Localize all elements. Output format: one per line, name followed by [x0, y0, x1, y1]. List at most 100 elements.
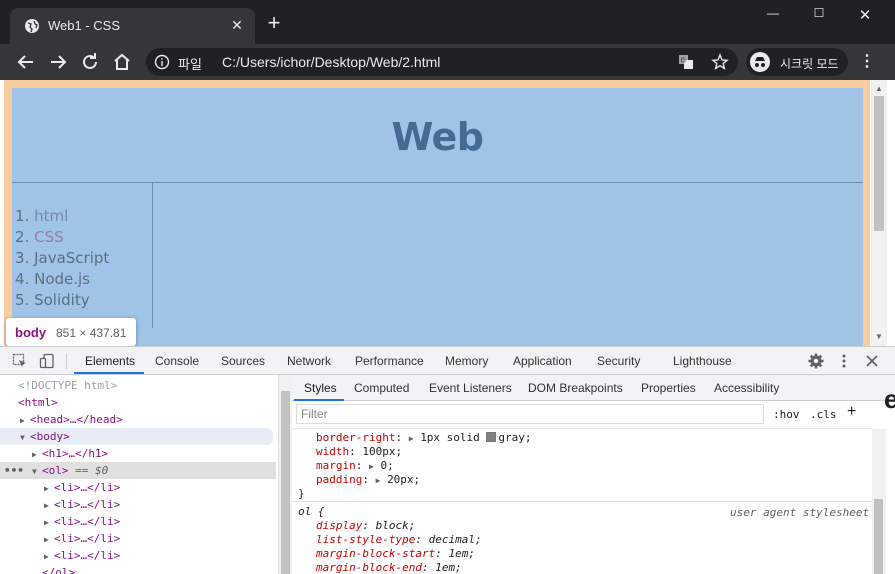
gear-icon[interactable] — [807, 352, 825, 370]
tab-application[interactable]: Application — [513, 354, 572, 368]
css-value: decimal; — [428, 533, 482, 546]
dom-node-li[interactable]: ▶ <li>…</li> — [0, 530, 276, 547]
tab-elements[interactable]: Elements — [85, 354, 135, 368]
page-scrollbar[interactable]: ▲ ▼ — [871, 80, 887, 346]
tab-sources[interactable]: Sources — [221, 354, 265, 368]
dom-node-ol[interactable]: ••• ▼ <ol> == $0 — [0, 462, 276, 479]
css-declaration[interactable]: padding: ▶ 20px; — [316, 473, 420, 487]
li-tag: <li>…</li> — [54, 549, 121, 562]
list-number: 5. — [15, 291, 30, 309]
tab-styles[interactable]: Styles — [304, 381, 337, 395]
close-tab-icon[interactable]: ✕ — [228, 16, 246, 34]
scroll-down-icon[interactable]: ▼ — [874, 332, 884, 342]
class-toggle[interactable]: .cls — [810, 408, 837, 421]
collapse-triangle-icon[interactable]: ▼ — [20, 429, 30, 446]
expand-triangle-icon[interactable]: ▶ — [409, 434, 414, 443]
dom-node-li[interactable]: ▶ <li>…</li> — [0, 513, 276, 530]
css-value: 100px; — [362, 445, 403, 458]
styles-scroll-thumb[interactable] — [874, 499, 883, 574]
dom-node-doctype[interactable]: <!DOCTYPE html> — [0, 377, 276, 394]
dom-node-h1[interactable]: ▶ <h1>…</h1> — [0, 445, 276, 462]
inspect-element-icon[interactable] — [12, 353, 28, 369]
head-tag: <head>…</head> — [30, 413, 123, 426]
styles-pane: Styles Computed Event Listeners DOM Brea… — [292, 375, 895, 574]
browser-tab-strip: Web1 - CSS ✕ + — ☐ ✕ — [0, 0, 895, 44]
css-declaration[interactable]: margin: ▶ 0; — [316, 459, 394, 473]
star-icon[interactable] — [711, 53, 729, 71]
link-html[interactable]: html — [34, 207, 68, 225]
styles-scrollbar[interactable] — [872, 429, 886, 574]
tab-performance[interactable]: Performance — [355, 354, 424, 368]
collapse-triangle-icon[interactable]: ▼ — [32, 463, 42, 480]
address-bar[interactable]: 파일 C:/Users/ichor/Desktop/Web/2.html G — [146, 48, 738, 76]
tab-memory[interactable]: Memory — [445, 354, 488, 368]
css-property: list-style-type — [316, 533, 416, 546]
device-toolbar-icon[interactable] — [39, 353, 55, 369]
browser-tab[interactable]: Web1 - CSS ✕ — [10, 8, 255, 44]
incognito-badge[interactable]: 시크릿 모드 — [746, 48, 848, 76]
body-content-highlight: Web 1. html 2. CSS 3. JavaScript 4. Node… — [12, 88, 863, 346]
minimize-button[interactable]: — — [758, 6, 788, 26]
browser-menu-icon[interactable]: ⋮ — [858, 52, 876, 72]
css-declaration: margin-block-end: 1em; — [316, 561, 462, 574]
tab-title: Web1 - CSS — [48, 18, 121, 33]
li-tag: <li>…</li> — [54, 498, 121, 511]
link-css[interactable]: CSS — [34, 228, 64, 246]
close-devtools-icon[interactable] — [863, 352, 881, 370]
dom-scrollbar[interactable] — [278, 375, 292, 574]
maximize-button[interactable]: ☐ — [804, 6, 834, 26]
dom-scroll-thumb[interactable] — [281, 391, 290, 574]
tab-lighthouse[interactable]: Lighthouse — [673, 354, 732, 368]
expand-triangle-icon[interactable]: ▶ — [44, 514, 54, 531]
page-scroll-thumb[interactable] — [874, 96, 884, 231]
close-window-button[interactable]: ✕ — [850, 6, 880, 26]
css-property: margin-block-start — [316, 547, 436, 560]
expand-triangle-icon[interactable]: ▶ — [44, 497, 54, 514]
globe-icon — [25, 19, 39, 33]
tab-security[interactable]: Security — [597, 354, 640, 368]
tab-dom-breakpoints[interactable]: DOM Breakpoints — [528, 381, 623, 395]
tab-network[interactable]: Network — [287, 354, 331, 368]
expand-triangle-icon[interactable]: ▶ — [44, 548, 54, 565]
expand-triangle-icon[interactable]: ▶ — [20, 412, 30, 429]
styles-filter-input[interactable] — [296, 404, 764, 424]
hover-state-toggle[interactable]: :hov — [773, 408, 800, 421]
new-tab-button[interactable]: + — [264, 12, 284, 34]
dom-node-head[interactable]: ▶ <head>…</head> — [0, 411, 276, 428]
dom-node-html[interactable]: <html> — [0, 394, 276, 411]
translate-icon[interactable]: G — [678, 54, 694, 70]
ol-close-tag: </ol> — [42, 566, 76, 574]
ua-stylesheet-label[interactable]: user agent stylesheet — [730, 506, 869, 519]
expand-triangle-icon[interactable]: ▶ — [44, 480, 54, 497]
tab-event-listeners[interactable]: Event Listeners — [429, 381, 512, 395]
css-declaration[interactable]: width: 100px; — [316, 445, 402, 459]
scroll-up-icon[interactable]: ▲ — [874, 84, 884, 94]
tab-console[interactable]: Console — [155, 354, 199, 368]
devtools-tab-bar: Elements Console Sources Network Perform… — [0, 347, 895, 375]
color-swatch-icon[interactable] — [486, 432, 497, 442]
info-icon[interactable] — [154, 54, 170, 70]
tab-accessibility[interactable]: Accessibility — [714, 381, 779, 395]
site-info-label[interactable]: 파일 — [178, 54, 202, 73]
list-item: 2. CSS — [15, 228, 64, 246]
dom-node-body[interactable]: ▼ <body> — [0, 428, 273, 445]
new-rule-icon[interactable]: + — [847, 403, 856, 421]
dom-node-ol-close[interactable]: </ol> — [0, 564, 276, 574]
home-icon[interactable] — [110, 50, 134, 74]
more-options-icon[interactable] — [835, 352, 853, 370]
css-property: display — [316, 519, 363, 532]
css-declaration[interactable]: border-right: ▶ 1px solid gray; — [316, 431, 532, 445]
expand-triangle-icon[interactable]: ▶ — [32, 446, 42, 463]
css-value: 1em; — [435, 561, 462, 574]
dom-node-li[interactable]: ▶ <li>…</li> — [0, 496, 276, 513]
tab-properties[interactable]: Properties — [641, 381, 696, 395]
tab-computed[interactable]: Computed — [354, 381, 409, 395]
node-actions-icon[interactable]: ••• — [4, 462, 24, 479]
dom-node-li[interactable]: ▶ <li>…</li> — [0, 479, 276, 496]
expand-triangle-icon[interactable]: ▶ — [44, 531, 54, 548]
reload-icon[interactable] — [78, 50, 102, 74]
forward-arrow-icon[interactable] — [46, 50, 70, 74]
dom-node-li[interactable]: ▶ <li>…</li> — [0, 547, 276, 564]
url-text[interactable]: C:/Users/ichor/Desktop/Web/2.html — [222, 54, 440, 70]
back-arrow-icon[interactable] — [14, 50, 38, 74]
